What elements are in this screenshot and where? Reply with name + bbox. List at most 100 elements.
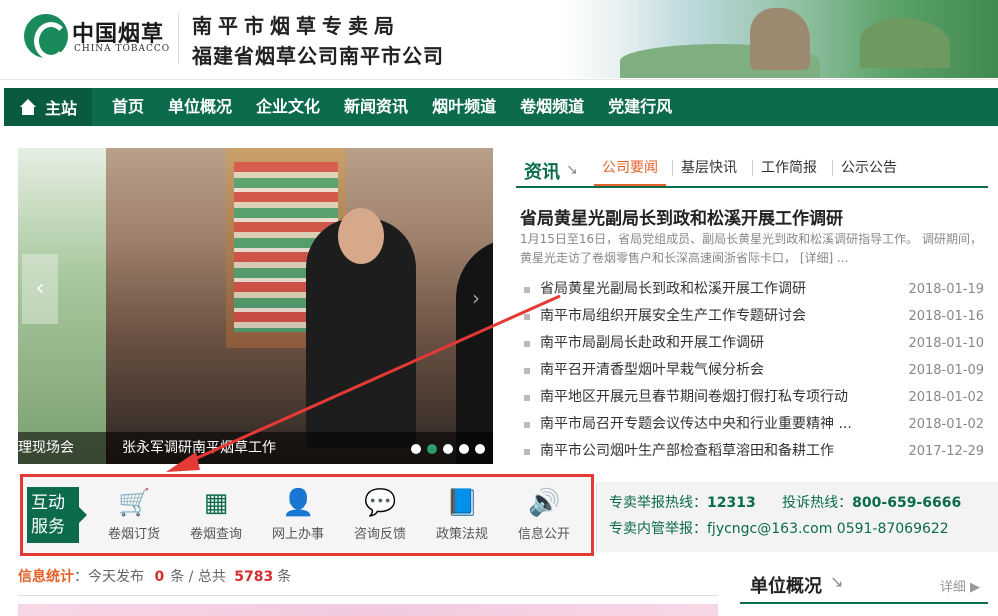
tab-work-briefs[interactable]: 工作简报 [752,160,825,176]
news-headline[interactable]: 省局黄星光副局长到政和松溪开展工作调研 [520,204,843,229]
slider-prev-caption[interactable]: 理现场会 [18,432,74,464]
nav-item-6[interactable]: 党建行风 [596,88,684,126]
tab-announcements[interactable]: 公示公告 [832,160,905,176]
list-item[interactable]: 南平市公司烟叶生产部检查稻草溶田和备耕工作 2017-12-29 [522,438,988,465]
service-label: 卷烟订货 [107,527,160,542]
service-5[interactable]: 🔊 信息公开 [503,487,585,547]
service-4[interactable]: 📘 政策法规 [421,487,503,547]
slider-dot-3[interactable] [459,444,469,454]
service-1[interactable]: ▦ 卷烟查询 [175,487,257,547]
hotline-label-1: 专卖举报热线： [609,495,707,511]
services-tag-line2: 服务 [31,517,65,537]
service-0[interactable]: 🛒 卷烟订货 [93,487,175,547]
news-item-title[interactable]: 省局黄星光副局长到政和松溪开展工作调研 [540,276,806,303]
service-label: 咨询反馈 [353,527,406,542]
news-summary: 1月15日至16日，省局党组成员、副局长黄星光到政和松溪调研指导工作。 调研期间… [520,232,982,265]
nav-item-2[interactable]: 企业文化 [244,88,332,126]
header-banner-image [560,0,998,78]
slider-dot-1[interactable] [427,444,437,454]
services-items: 🛒 卷烟订货 ▦ 卷烟查询 👤 网上办事 💬 咨询反馈 📘 政策法规 🔊 信息公开 [93,487,585,547]
nav-home[interactable]: 主站 [4,88,92,126]
nav-item-4[interactable]: 烟叶频道 [420,88,508,126]
news-tabs: 资讯 ↘ 公司要闻 基层快讯 工作简报 公示公告 [516,148,988,188]
service-label: 政策法规 [435,527,488,542]
news-item-title[interactable]: 南平市公司烟叶生产部检查稻草溶田和备耕工作 [540,438,834,465]
banner-rock [750,8,810,70]
news-item-date: 2018-01-02 [908,417,984,432]
service-label: 卷烟查询 [189,527,242,542]
news-item-date: 2018-01-02 [908,390,984,405]
stats-unit1: 条 / 总共 [170,569,226,585]
unit-overview-more-link[interactable]: 详细 ▶ [940,576,980,595]
news-item-title[interactable]: 南平市局副局长赴政和开展工作调研 [540,330,764,357]
list-item[interactable]: 南平市局副局长赴政和开展工作调研 2018-01-10 [522,330,988,357]
cart-icon: 🛒 [118,488,151,518]
china-tobacco-logo[interactable]: 中国烟草 CHINA TOBACCO [24,14,184,62]
unit-overview-title: 单位概况 [750,576,822,597]
list-item[interactable]: 南平市局召开专题会议传达中央和行业重要精神 ... 2018-01-02 [522,411,988,438]
stats-banner-strip [18,604,718,616]
tab-grassroots-news[interactable]: 基层快讯 [672,160,745,176]
arrow-down-right-icon: ↘ [830,572,844,591]
services-tag-line1: 互动 [31,493,65,513]
service-3[interactable]: 💬 咨询反馈 [339,487,421,547]
news-panel: 资讯 ↘ 公司要闻 基层快讯 工作简报 公示公告 省局黄星光副局长到政和松溪开展… [516,148,988,464]
hotline-value-2: 800-659-6666 [852,495,962,511]
slider-dot-4[interactable] [475,444,485,454]
stats-total: 5783 [234,569,274,585]
list-item[interactable]: 省局黄星光副局长到政和松溪开展工作调研 2018-01-19 [522,276,988,303]
list-item[interactable]: 南平地区开展元旦春节期间卷烟打假打私专项行动 2018-01-02 [522,384,988,411]
slider-dots [411,444,485,454]
nav-item-1[interactable]: 单位概况 [156,88,244,126]
news-item-title[interactable]: 南平地区开展元旦春节期间卷烟打假打私专项行动 [540,384,848,411]
tab-company-news[interactable]: 公司要闻 [594,160,666,186]
nav-item-5[interactable]: 卷烟频道 [508,88,596,126]
stats-label: 信息统计 [18,569,74,585]
news-list: 省局黄星光副局长到政和松溪开展工作调研 2018-01-19 南平市局组织开展安全生… [522,276,988,465]
slider-dot-0[interactable] [411,444,421,454]
hotline-label-2: 投诉热线： [782,495,853,511]
slider-photo[interactable] [106,148,493,464]
org-name-line1: 南平市烟草专卖局 [192,14,400,38]
news-item-title[interactable]: 南平召开清香型烟叶早栽气候分析会 [540,357,764,384]
service-label: 网上办事 [271,527,324,542]
stats-unit2: 条 [277,569,292,585]
service-label: 信息公开 [517,527,570,542]
unit-overview-header: 单位概况 ↘ 详细 ▶ [740,566,988,616]
org-name-line2: 福建省烟草公司南平市公司 [192,44,444,68]
nav-item-0[interactable]: 首页 [100,88,156,126]
list-item[interactable]: 南平市局组织开展安全生产工作专题研讨会 2018-01-16 [522,303,988,330]
news-item-date: 2018-01-16 [908,309,984,324]
agent-icon: 👤 [282,488,315,518]
list-item[interactable]: 南平召开清香型烟叶早栽气候分析会 2018-01-09 [522,357,988,384]
hotline-row-1: 专卖举报热线：12313 投诉热线：800-659-6666 [609,492,961,512]
info-stats: 信息统计：今天发布 0 条 / 总共 5783 条 [18,566,718,596]
home-icon [19,99,37,115]
news-section-label: 资讯 [524,162,560,183]
site-header: 中国烟草 CHINA TOBACCO 南平市烟草专卖局 福建省烟草公司南平市公司 [0,0,998,80]
tobacco-logo-icon [24,14,68,60]
book-icon: 📘 [446,488,479,518]
photo-person-right [456,238,493,464]
slider-next-button[interactable]: › [464,278,488,318]
news-item-date: 2017-12-29 [908,444,984,459]
nav-list: 首页 单位概况 企业文化 新闻资讯 烟叶频道 卷烟频道 党建行风 [100,88,684,126]
slider-dot-2[interactable] [443,444,453,454]
hotline-value-3[interactable]: fjycngc@163.com 0591-87069622 [707,521,949,537]
hotline-value-1: 12313 [707,495,756,511]
slider-prev-button[interactable]: ‹ [22,254,58,324]
news-item-title[interactable]: 南平市局召开专题会议传达中央和行业重要精神 ... [540,411,852,438]
grid-icon: ▦ [203,488,229,518]
banner-tree [860,18,950,68]
page: 中国烟草 CHINA TOBACCO 南平市烟草专卖局 福建省烟草公司南平市公司… [0,0,998,616]
service-2[interactable]: 👤 网上办事 [257,487,339,547]
photo-person-left [306,208,416,448]
news-item-title[interactable]: 南平市局组织开展安全生产工作专题研讨会 [540,303,806,330]
slider-caption[interactable]: 张永军调研南平烟草工作 [122,432,276,464]
hotline-row-2: 专卖内管举报：fjycngc@163.com 0591-87069622 [609,518,949,538]
nav-item-3[interactable]: 新闻资讯 [332,88,420,126]
news-item-date: 2018-01-19 [908,282,984,297]
logo-text-en: CHINA TOBACCO [74,44,171,54]
arrow-down-right-icon: ↘ [566,162,578,178]
news-slider[interactable]: ‹ › 理现场会 张永军调研南平烟草工作 [18,148,493,464]
